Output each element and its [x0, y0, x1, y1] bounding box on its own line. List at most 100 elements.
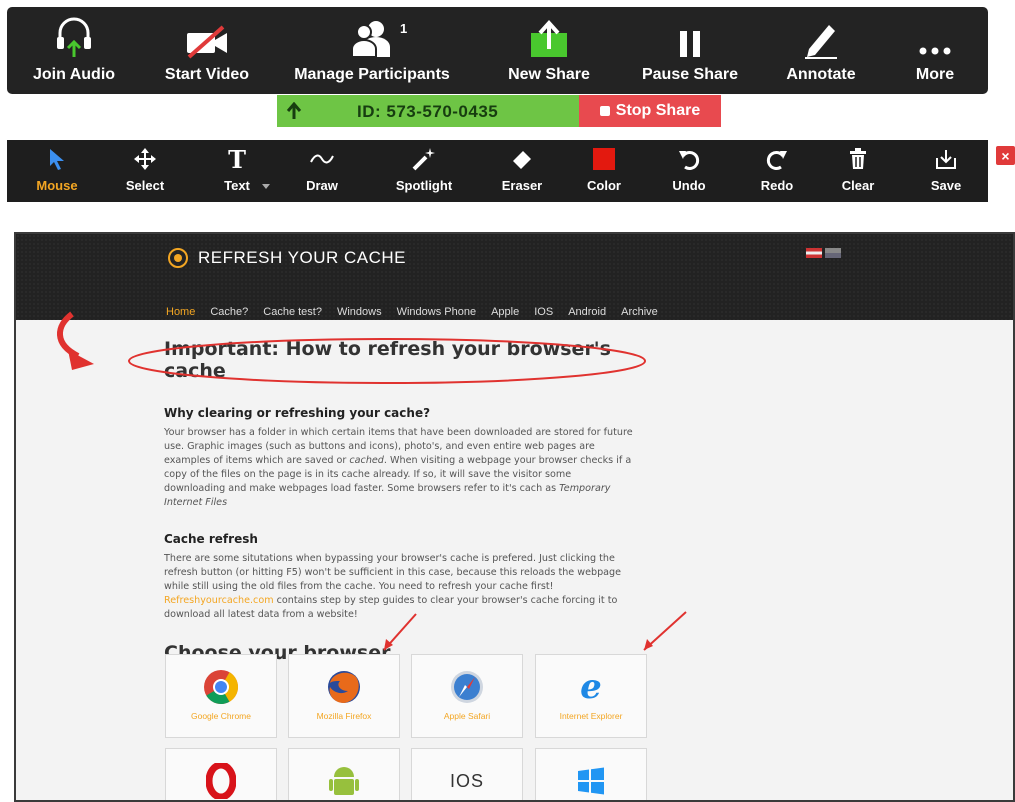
move-arrows-icon	[133, 140, 157, 178]
nav-ios[interactable]: IOS	[534, 306, 553, 318]
nav-archive[interactable]: Archive	[621, 306, 658, 318]
undo-tool[interactable]: Undo	[664, 140, 714, 202]
eraser-tool-label: Eraser	[501, 178, 543, 193]
video-off-icon	[185, 7, 229, 59]
draw-tool-label: Draw	[306, 178, 338, 193]
browser-card-safari[interactable]: Apple Safari	[411, 654, 523, 738]
more-button[interactable]: More	[905, 7, 965, 94]
redo-tool[interactable]: Redo	[752, 140, 802, 202]
meeting-toolbar: Join Audio Start Video 1 Manage Particip…	[7, 7, 988, 94]
headphones-icon	[54, 7, 94, 59]
join-audio-button[interactable]: Join Audio	[24, 7, 124, 94]
refresh-section-title: Cache refresh	[164, 532, 258, 546]
new-share-label: New Share	[508, 66, 590, 83]
nav-home[interactable]: Home	[166, 306, 195, 318]
nl-flag-icon[interactable]	[825, 248, 841, 258]
windows-icon	[576, 763, 606, 799]
nav-cache-test[interactable]: Cache test?	[263, 306, 322, 318]
nav-windows[interactable]: Windows	[337, 306, 382, 318]
site-header: REFRESH YOUR CACHE Home Cache? Cache tes…	[16, 234, 1013, 320]
text-dropdown-caret-icon[interactable]	[262, 184, 270, 189]
opera-icon	[206, 763, 236, 799]
browser-card-chrome[interactable]: Google Chrome	[165, 654, 277, 738]
site-content: Important: How to refresh your browser's…	[164, 338, 634, 664]
annotation-curved-arrow	[57, 311, 80, 359]
eraser-tool[interactable]: Eraser	[497, 140, 547, 202]
logo-text: REFRESH YOUR CACHE	[198, 248, 406, 267]
save-download-icon	[935, 140, 957, 178]
undo-tool-label: Undo	[672, 178, 706, 193]
pause-share-label: Pause Share	[641, 66, 739, 83]
more-dots-icon	[917, 7, 953, 59]
participants-icon	[350, 7, 394, 59]
site-logo[interactable]: REFRESH YOUR CACHE	[168, 248, 406, 268]
squiggle-icon	[309, 140, 335, 178]
clear-tool[interactable]: Clear	[833, 140, 883, 202]
nav-windows-phone[interactable]: Windows Phone	[397, 306, 477, 318]
language-flags	[806, 248, 841, 258]
manage-participants-button[interactable]: 1 Manage Participants	[282, 7, 462, 94]
site-nav: Home Cache? Cache test? Windows Windows …	[166, 306, 658, 318]
stop-square-icon	[599, 106, 610, 116]
color-tool-label: Color	[587, 178, 621, 193]
manage-participants-label: Manage Participants	[294, 66, 450, 83]
annotate-button[interactable]: Annotate	[776, 7, 866, 94]
browser-card-firefox[interactable]: Mozilla Firefox	[288, 654, 400, 738]
draw-tool[interactable]: Draw	[297, 140, 347, 202]
internet-explorer-icon: e	[580, 667, 602, 707]
us-flag-icon[interactable]	[806, 248, 822, 258]
nav-cache[interactable]: Cache?	[210, 306, 248, 318]
redo-icon	[765, 140, 789, 178]
annotation-arrow-ie	[643, 611, 687, 651]
browser-name-ie: Internet Explorer	[559, 711, 623, 721]
nav-android[interactable]: Android	[568, 306, 606, 318]
browser-card-android[interactable]	[288, 748, 400, 800]
refreshyourcache-link[interactable]: Refreshyourcache.com	[164, 595, 274, 606]
spotlight-tool-label: Spotlight	[395, 178, 453, 193]
select-tool[interactable]: Select	[120, 140, 170, 202]
pause-share-button[interactable]: Pause Share	[634, 7, 746, 94]
ios-icon: IOS	[449, 770, 484, 791]
stop-share-label: Stop Share	[615, 102, 701, 119]
close-annotate-button[interactable]: ×	[996, 146, 1015, 165]
save-tool[interactable]: Save	[921, 140, 971, 202]
annotate-toolbar: Mouse Select T Text Draw Spotlight Erase…	[7, 140, 988, 202]
text-tool-label: Text	[224, 178, 250, 193]
start-video-button[interactable]: Start Video	[157, 7, 257, 94]
new-share-button[interactable]: New Share	[499, 7, 599, 94]
spotlight-tool[interactable]: Spotlight	[389, 140, 459, 202]
safari-icon	[449, 669, 485, 705]
chrome-icon	[203, 669, 239, 705]
android-icon	[329, 763, 359, 799]
browser-card-opera[interactable]	[165, 748, 277, 800]
color-tool[interactable]: Color	[579, 140, 629, 202]
meeting-id-panel[interactable]: ID: 573-570-0435	[277, 95, 579, 127]
shared-screen-content: REFRESH YOUR CACHE Home Cache? Cache tes…	[14, 232, 1015, 802]
save-tool-label: Save	[930, 178, 962, 193]
more-label: More	[915, 66, 955, 83]
nav-apple[interactable]: Apple	[491, 306, 519, 318]
refresh-section-body: There are some situtations when bypassin…	[164, 553, 622, 620]
browser-card-ie[interactable]: e Internet Explorer	[535, 654, 647, 738]
start-video-label: Start Video	[164, 66, 250, 83]
pause-icon	[675, 7, 705, 59]
select-tool-label: Select	[125, 178, 165, 193]
browser-name-chrome: Google Chrome	[190, 711, 251, 721]
firefox-icon	[326, 669, 362, 705]
meeting-id: ID: 573-570-0435	[357, 102, 499, 121]
annotation-arrowhead-ie	[644, 639, 653, 650]
stop-share-button[interactable]: Stop Share	[579, 95, 721, 127]
browser-name-safari: Apple Safari	[443, 711, 491, 721]
mouse-tool-label: Mouse	[36, 178, 78, 193]
cursor-arrow-icon	[46, 140, 68, 178]
eraser-icon	[510, 140, 534, 178]
text-tool[interactable]: T Text	[212, 140, 262, 202]
redo-tool-label: Redo	[760, 178, 794, 193]
mouse-tool[interactable]: Mouse	[32, 140, 82, 202]
pencil-icon	[801, 7, 841, 59]
share-screen-icon	[528, 7, 570, 59]
trash-icon	[848, 140, 868, 178]
browser-card-windows[interactable]	[535, 748, 647, 800]
browser-card-ios[interactable]: IOS	[411, 748, 523, 800]
annotate-label: Annotate	[786, 66, 856, 83]
